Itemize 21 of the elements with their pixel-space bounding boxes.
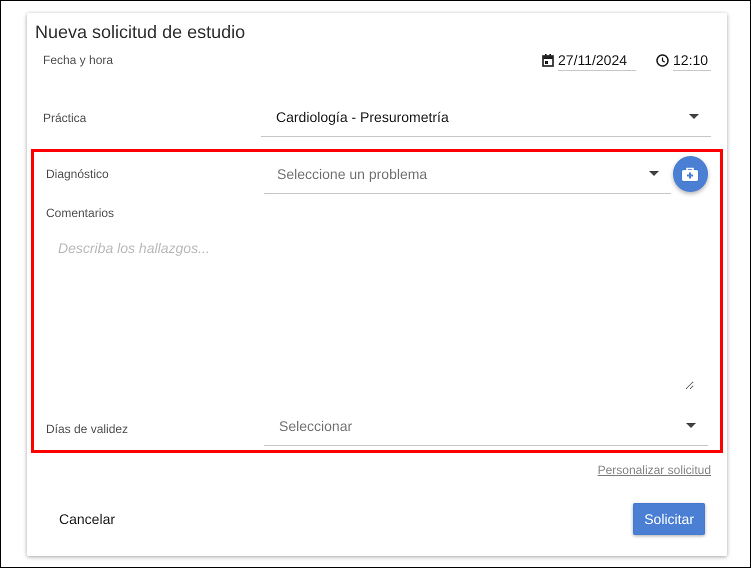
practice-select[interactable]: Cardiología - Presurometría	[261, 97, 711, 137]
field-label: Fecha y hora	[43, 53, 114, 67]
dropdown-caret-icon	[689, 114, 699, 119]
dropdown-caret-icon	[686, 423, 696, 428]
field-label: Comentarios	[46, 206, 116, 220]
submit-button[interactable]: Solicitar	[633, 503, 705, 535]
dialog-title: Nueva solicitud de estudio	[35, 21, 246, 43]
field-label: Diagnóstico	[46, 167, 110, 181]
field-label: Días de validez	[46, 422, 130, 436]
dropdown-caret-icon	[648, 171, 659, 176]
validity-select[interactable]: Seleccionar	[264, 406, 708, 446]
date-field[interactable]: 27/11/2024	[558, 50, 636, 70]
clock-icon	[656, 54, 669, 66]
time-field[interactable]: 12:10	[673, 50, 711, 70]
field-label: Práctica	[43, 111, 88, 125]
calendar-icon	[542, 54, 554, 66]
add-problem-button[interactable]	[672, 156, 708, 192]
medical-bag-icon	[682, 167, 698, 181]
diagnosis-select[interactable]: Seleccione un problema	[264, 154, 671, 194]
cancel-button[interactable]: Cancelar	[59, 503, 116, 535]
customize-link[interactable]: Personalizar solicitud	[598, 463, 711, 477]
